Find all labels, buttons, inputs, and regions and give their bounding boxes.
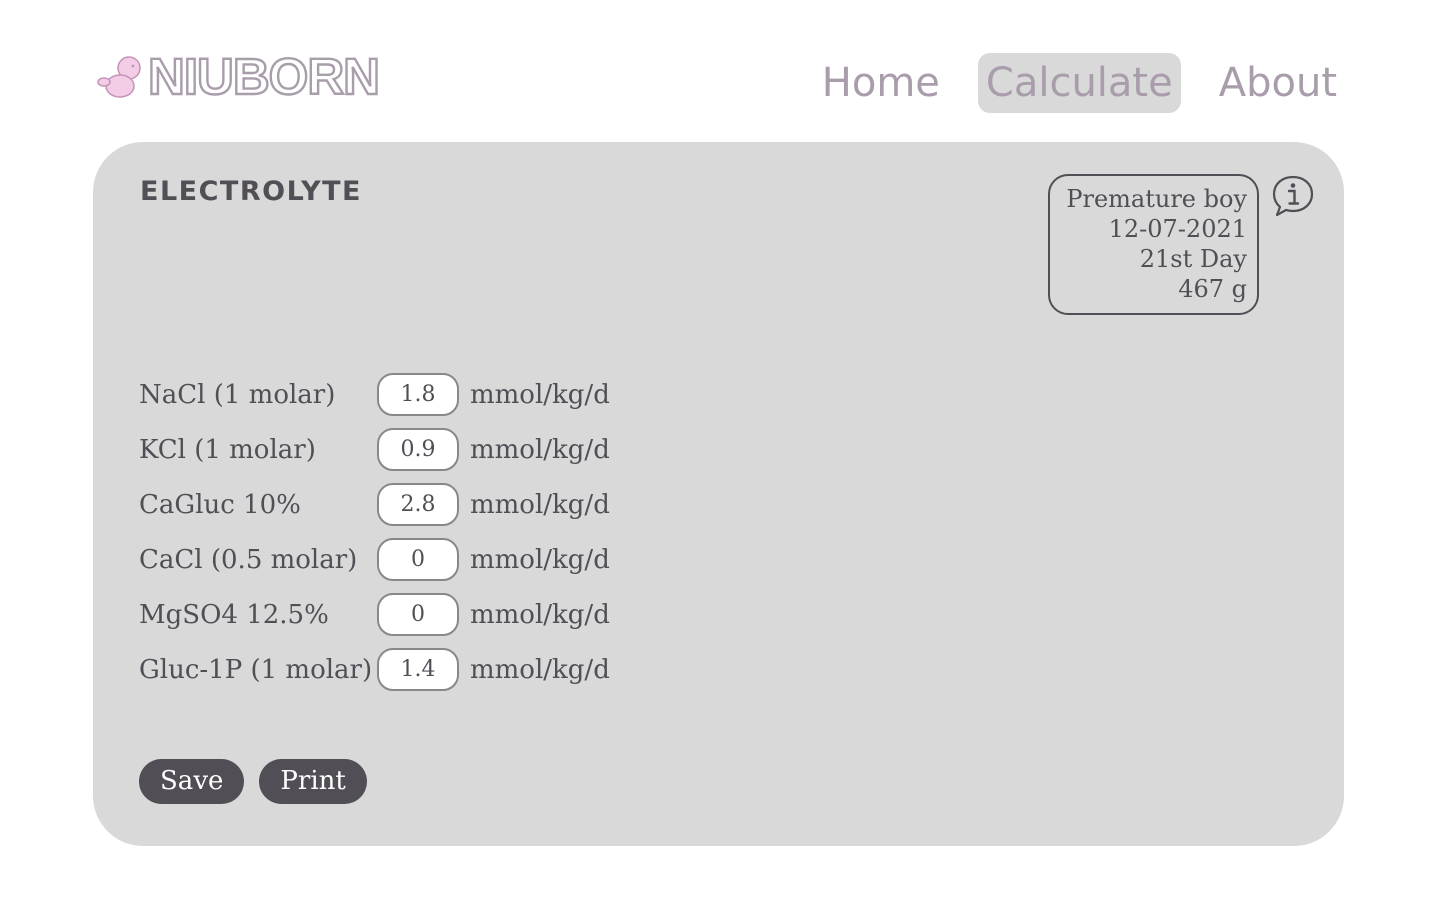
row-label: KCl (1 molar)	[139, 434, 316, 465]
brand-name: NIUBORN	[147, 47, 381, 105]
row-nacl: NaCl (1 molar) mmol/kg/d	[139, 367, 610, 422]
row-kcl: KCl (1 molar) mmol/kg/d	[139, 422, 610, 477]
kcl-input[interactable]	[377, 428, 459, 471]
patient-type: Premature boy	[1066, 185, 1247, 213]
cacl-input[interactable]	[377, 538, 459, 581]
row-unit: mmol/kg/d	[470, 599, 610, 630]
mgso4-input[interactable]	[377, 593, 459, 636]
electrolyte-card: ELECTROLYTE Premature boy 12-07-2021 21s…	[93, 142, 1344, 846]
electrolyte-rows: NaCl (1 molar) mmol/kg/d KCl (1 molar) m…	[139, 367, 610, 697]
nav-calculate[interactable]: Calculate	[977, 53, 1181, 113]
patient-date: 12-07-2021	[1108, 215, 1247, 243]
row-cagluc: CaGluc 10% mmol/kg/d	[139, 477, 610, 532]
row-label: MgSO4 12.5%	[139, 599, 329, 630]
patient-weight: 467 g	[1178, 275, 1247, 303]
row-gluc1p: Gluc-1P (1 molar) mmol/kg/d	[139, 642, 610, 697]
baby-logo-icon	[97, 56, 141, 98]
row-unit: mmol/kg/d	[470, 654, 610, 685]
card-title: ELECTROLYTE	[140, 176, 362, 207]
row-label: CaCl (0.5 molar)	[139, 544, 358, 575]
action-buttons: Save Print	[139, 759, 367, 804]
brand-logo[interactable]: NIUBORN	[96, 47, 381, 105]
row-unit: mmol/kg/d	[470, 434, 610, 465]
info-speech-bubble-icon[interactable]	[1271, 174, 1315, 218]
save-button[interactable]: Save	[139, 759, 245, 804]
row-label: CaGluc 10%	[139, 489, 301, 520]
row-label: NaCl (1 molar)	[139, 379, 336, 410]
page: NIUBORN Home Calculate About ELECTROLYTE…	[0, 0, 1440, 905]
gluc1p-input[interactable]	[377, 648, 459, 691]
patient-info-box: Premature boy 12-07-2021 21st Day 467 g	[1048, 174, 1259, 315]
row-mgso4: MgSO4 12.5% mmol/kg/d	[139, 587, 610, 642]
row-cacl: CaCl (0.5 molar) mmol/kg/d	[139, 532, 610, 587]
row-label: Gluc-1P (1 molar)	[139, 654, 373, 685]
row-unit: mmol/kg/d	[470, 489, 610, 520]
main-nav: Home Calculate About	[814, 53, 1345, 113]
print-button[interactable]: Print	[259, 759, 367, 804]
patient-day: 21st Day	[1139, 245, 1247, 273]
nav-home[interactable]: Home	[814, 53, 948, 113]
cagluc-input[interactable]	[377, 483, 459, 526]
nacl-input[interactable]	[377, 373, 459, 416]
nav-about[interactable]: About	[1211, 53, 1345, 113]
row-unit: mmol/kg/d	[470, 544, 610, 575]
row-unit: mmol/kg/d	[470, 379, 610, 410]
